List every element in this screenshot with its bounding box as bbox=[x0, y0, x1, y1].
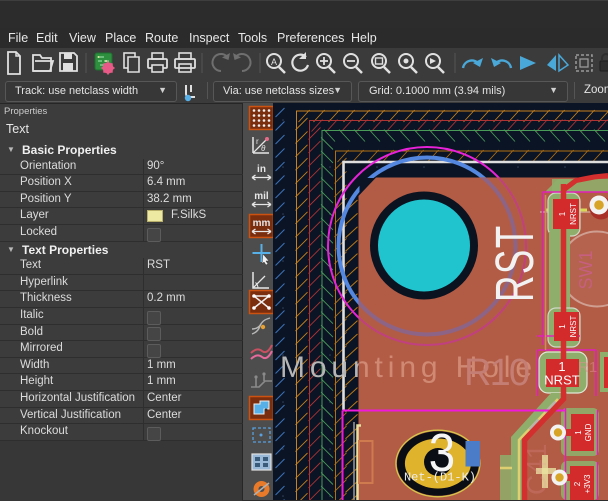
svg-text:Net-(D1-K): Net-(D1-K) bbox=[404, 471, 476, 485]
svg-text:2: 2 bbox=[573, 481, 582, 486]
svg-text:R1: R1 bbox=[578, 359, 597, 376]
svg-text:NRST: NRST bbox=[569, 316, 578, 338]
svg-text:θ: θ bbox=[261, 144, 266, 153]
svg-text:mil: mil bbox=[254, 191, 269, 202]
svg-text:in: in bbox=[257, 164, 266, 175]
svg-text:C41: C41 bbox=[521, 444, 552, 495]
svg-text:RST: RST bbox=[484, 225, 545, 302]
svg-text:1: 1 bbox=[574, 430, 583, 435]
svg-text:A: A bbox=[271, 57, 277, 67]
svg-text:NRST: NRST bbox=[544, 373, 579, 388]
svg-text:1: 1 bbox=[558, 211, 567, 216]
svg-text:SW1: SW1 bbox=[576, 250, 596, 289]
svg-text:GND: GND bbox=[584, 423, 593, 441]
svg-text:R10: R10 bbox=[464, 352, 530, 394]
svg-text:1: 1 bbox=[558, 324, 567, 329]
svg-text:NRST: NRST bbox=[569, 203, 578, 225]
svg-text:r: r bbox=[256, 137, 259, 146]
svg-text:+3V3: +3V3 bbox=[583, 474, 592, 493]
svg-text:mm: mm bbox=[253, 218, 271, 229]
